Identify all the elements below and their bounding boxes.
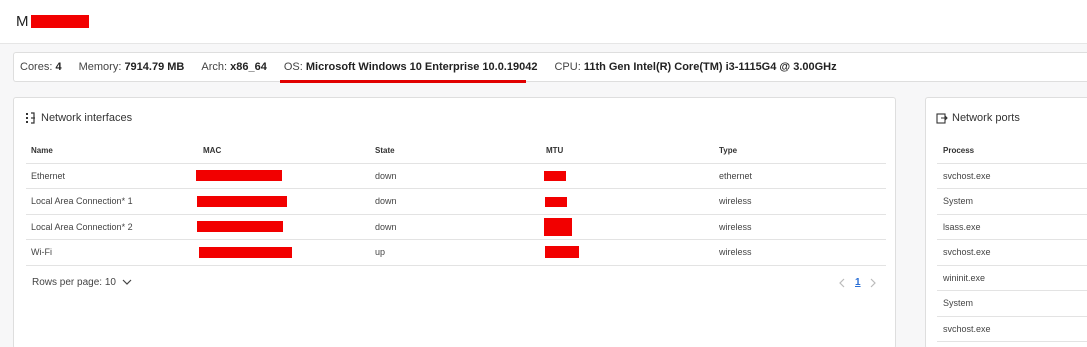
cell-process: lsass.exe [937, 214, 1087, 240]
table-row[interactable]: svchost.exe [937, 163, 1087, 189]
cell-state: down [370, 163, 541, 189]
sys-memory: Memory: 7914.79 MB [78, 61, 185, 73]
sys-arch: Arch: x86_64 [201, 61, 267, 73]
cell-mac [198, 239, 370, 266]
cell-process: System [937, 188, 1087, 215]
table-row[interactable]: System [937, 188, 1087, 215]
system-info-bar: Cores: 4 Memory: 7914.79 MB Arch: x86_64… [13, 52, 1087, 82]
redacted-mtu [544, 217, 572, 236]
table-row[interactable]: wininit.exe [937, 265, 1087, 291]
cell-type: wireless [714, 214, 886, 240]
network-list-icon [25, 112, 37, 124]
col-name-header[interactable]: Name [26, 139, 198, 164]
table-row[interactable]: Wi-Fi up wireless [26, 239, 886, 266]
cell-process: wininit.exe [937, 265, 1087, 291]
cell-state: down [370, 188, 541, 215]
redacted-mac [197, 195, 287, 207]
cell-process: svchost.exe [937, 316, 1087, 342]
cell-type: ethernet [714, 163, 886, 189]
sys-cores: Cores: 4 [20, 61, 62, 73]
table-row[interactable]: Ethernet down ethernet [26, 163, 886, 189]
chevron-down-icon[interactable] [122, 279, 132, 286]
col-mac-header[interactable]: MAC [198, 139, 370, 164]
rows-per-page-label: Rows per page: 10 [32, 277, 116, 288]
cell-process: svchost.exe [937, 163, 1087, 189]
port-export-icon [936, 112, 948, 124]
col-process-header[interactable]: Process [937, 139, 1087, 164]
cell-name: Ethernet [26, 163, 198, 189]
redacted-mtu [545, 246, 579, 259]
col-state-header[interactable]: State [370, 139, 541, 164]
cell-mac [196, 163, 370, 189]
cell-type: wireless [714, 188, 886, 215]
pagination: 1 [838, 277, 877, 288]
sys-cpu: CPU: 11th Gen Intel(R) Core(TM) i3-1115G… [554, 61, 837, 73]
cell-mac [197, 188, 370, 215]
redacted-mac [196, 170, 282, 182]
col-mtu-header[interactable]: MTU [541, 139, 714, 164]
col-type-header[interactable]: Type [714, 139, 886, 164]
cell-name: Local Area Connection* 2 [26, 214, 198, 240]
cell-mac [197, 214, 370, 240]
cell-name: Wi-Fi [26, 239, 198, 266]
network-interfaces-table: Name MAC State MTU Type Ethernet down et… [26, 139, 886, 266]
table-row[interactable]: svchost.exe [937, 239, 1087, 266]
cell-mtu [541, 239, 714, 266]
network-interfaces-title: Network interfaces [25, 112, 132, 124]
cell-process: svchost.exe [937, 239, 1087, 266]
redacted-title-block [31, 15, 89, 28]
table-row[interactable]: Local Area Connection* 1 down wireless [26, 188, 886, 215]
cell-state: down [370, 214, 541, 240]
app-page: M Cores: 4 Memory: 7914.79 MB Arch: x86_… [0, 0, 1087, 347]
cell-mtu [541, 163, 714, 189]
table-row[interactable]: Local Area Connection* 2 down wireless [26, 214, 886, 240]
table-row[interactable]: System [937, 290, 1087, 317]
page-header: M [0, 0, 1087, 44]
network-interfaces-card: Network interfaces Name MAC State MTU Ty… [13, 97, 896, 347]
redacted-mtu [544, 171, 566, 182]
network-ports-title: Network ports [936, 112, 1020, 124]
page-number-current[interactable]: 1 [855, 277, 861, 288]
network-ports-table: Process svchost.exe System lsass.exe svc… [937, 139, 1087, 342]
cell-type: wireless [714, 239, 886, 266]
sys-os: OS: Microsoft Windows 10 Enterprise 10.0… [283, 61, 538, 73]
rows-per-page-select[interactable]: Rows per page: 10 [32, 277, 132, 288]
network-ports-card: Network ports Process svchost.exe System… [925, 97, 1087, 347]
table-row[interactable]: lsass.exe [937, 214, 1087, 240]
redacted-mac [199, 246, 292, 258]
table-header-row: Name MAC State MTU Type [26, 139, 886, 164]
table-header-row: Process [937, 139, 1087, 164]
cell-name: Local Area Connection* 1 [26, 188, 198, 215]
redacted-mac [197, 221, 283, 233]
redacted-mtu [545, 196, 567, 207]
chevron-left-icon[interactable] [838, 278, 845, 288]
cell-state: up [370, 239, 541, 266]
page-title: M [16, 13, 29, 30]
cell-mtu [541, 214, 714, 240]
chevron-right-icon[interactable] [870, 278, 877, 288]
table-row[interactable]: svchost.exe [937, 316, 1087, 342]
os-highlight-underline [280, 80, 526, 83]
cell-process: System [937, 290, 1087, 317]
cell-mtu [541, 188, 714, 215]
